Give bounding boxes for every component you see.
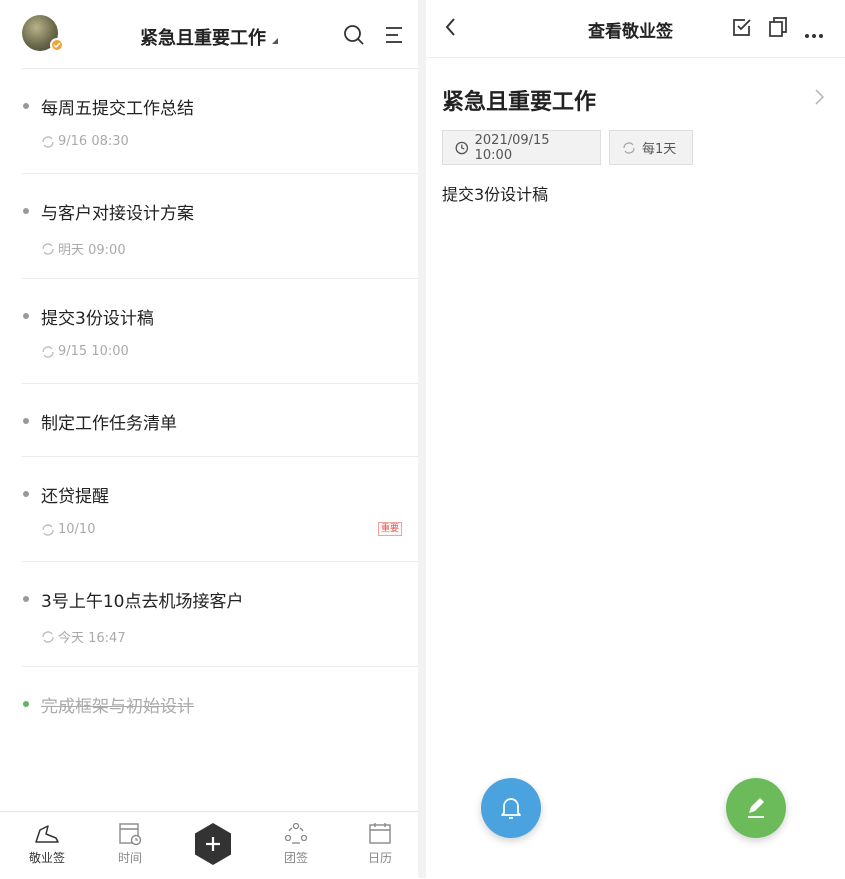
note-content: 提交3份设计稿: [442, 185, 549, 204]
repeat-text: 每1天: [642, 142, 677, 157]
item-time: 9/16 08:30: [58, 134, 129, 149]
item-time: 10/10: [58, 522, 96, 537]
item-reminder: 明天 09:00: [41, 239, 126, 258]
tab-label: 敬业签: [28, 851, 65, 865]
more-icon[interactable]: [804, 24, 830, 50]
list-item[interactable]: 提交3份设计稿 9/15 10:00: [22, 278, 418, 383]
item-reminder: 今天 16:47: [41, 627, 126, 646]
calendar-clock-icon: [119, 823, 142, 846]
search-icon[interactable]: [343, 24, 369, 50]
team-icon: [284, 822, 308, 844]
item-reminder: 10/10: [41, 522, 95, 537]
repeat-icon: [42, 242, 54, 255]
repeat-icon: [42, 630, 54, 643]
chevron-right-icon[interactable]: [814, 88, 826, 110]
vip-badge-icon: [50, 38, 64, 52]
detail-title: 查看敬业签: [588, 22, 673, 42]
list-item[interactable]: 还贷提醒 10/10 重要: [22, 456, 418, 561]
detail-header: 查看敬业签: [426, 0, 845, 58]
add-note-button[interactable]: [193, 822, 233, 866]
item-title: 制定工作任务清单: [41, 414, 177, 434]
note-category-title: 紧急且重要工作: [442, 90, 597, 115]
note-list: 每周五提交工作总结 9/16 08:30 与客户对接设计方案 明天 09:00 提交3份…: [0, 68, 418, 739]
clock-icon: [455, 141, 469, 154]
item-reminder: 9/15 10:00: [41, 344, 129, 359]
item-time: 今天 16:47: [58, 631, 126, 646]
item-reminder: 9/16 08:30: [41, 134, 129, 149]
bullet-dot-icon: [23, 418, 29, 424]
repeat-icon: [42, 135, 54, 148]
back-icon[interactable]: [442, 16, 468, 42]
bell-icon: [501, 798, 521, 819]
tab-label: 日历: [367, 851, 392, 865]
edit-button[interactable]: [726, 778, 786, 838]
item-title: 还贷提醒: [41, 487, 109, 507]
bullet-dot-icon: [23, 596, 29, 602]
repeat-icon: [42, 523, 54, 536]
list-item[interactable]: 完成框架与初始设计: [22, 666, 418, 739]
dropdown-caret-icon[interactable]: [272, 38, 278, 44]
item-title: 每周五提交工作总结: [41, 99, 194, 119]
tab-label: 时间: [117, 851, 142, 865]
tab-time[interactable]: 时间: [100, 822, 160, 866]
sort-menu-icon[interactable]: [384, 25, 410, 51]
category-title[interactable]: 紧急且重要工作: [140, 24, 266, 50]
item-title: 完成框架与初始设计: [41, 697, 194, 717]
tab-label: 团签: [283, 851, 308, 865]
tab-calendar[interactable]: 日历: [350, 822, 410, 866]
list-item[interactable]: 制定工作任务清单: [22, 383, 418, 456]
check-complete-icon[interactable]: [732, 17, 758, 43]
tab-notes[interactable]: 敬业签: [17, 822, 77, 866]
item-time: 9/15 10:00: [58, 344, 129, 359]
item-title: 3号上午10点去机场接客户: [41, 592, 244, 612]
important-tag: 重要: [377, 522, 402, 536]
repeat-chip[interactable]: 每1天: [609, 130, 693, 165]
bullet-dot-icon: [23, 491, 29, 497]
list-item[interactable]: 每周五提交工作总结 9/16 08:30: [22, 68, 418, 173]
item-title: 与客户对接设计方案: [41, 204, 194, 224]
reminder-datetime-chip[interactable]: 2021/09/15 10:00: [442, 130, 601, 165]
reminder-bell-button[interactable]: [481, 778, 541, 838]
reminder-datetime: 2021/09/15 10:00: [474, 132, 550, 163]
item-time: 明天 09:00: [58, 243, 126, 258]
bullet-dot-icon: [23, 103, 29, 109]
bullet-dot-icon: [23, 313, 29, 319]
calendar-icon: [369, 823, 391, 844]
repeat-icon: [42, 345, 54, 358]
pencil-icon: [748, 798, 764, 818]
item-title: 提交3份设计稿: [41, 309, 154, 329]
note-bird-icon: [35, 825, 59, 843]
done-dot-icon: [23, 701, 29, 707]
list-item[interactable]: 与客户对接设计方案明天 09:00: [22, 173, 418, 278]
bullet-dot-icon: [23, 208, 29, 214]
panel-divider: [418, 0, 426, 878]
tab-team[interactable]: 团签: [266, 822, 326, 866]
list-panel: 紧急且重要工作 每周五提交工作总结 9/16 08:30 与客户对接设计方案明天 0…: [0, 0, 418, 879]
bottom-tab-bar: 敬业签 时间 团签 日历: [0, 811, 418, 879]
repeat-icon: [623, 141, 635, 154]
list-header: 紧急且重要工作: [0, 0, 418, 70]
copy-icon[interactable]: [768, 16, 794, 42]
detail-panel: 查看敬业签 紧急且重要工作 2021/09/15 10:00 每1天 提交3份设…: [426, 0, 845, 878]
list-item[interactable]: 3号上午10点去机场接客户今天 16:47: [22, 561, 418, 666]
